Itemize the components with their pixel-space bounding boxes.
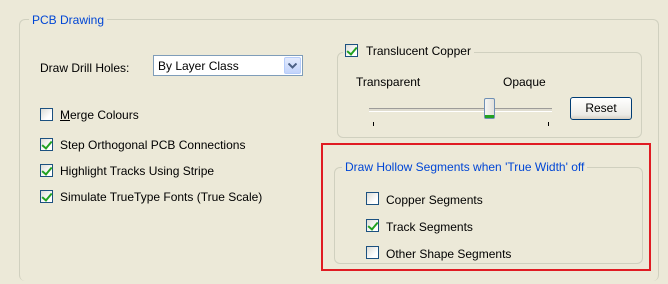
reset-button[interactable]: Reset (570, 97, 632, 120)
slider-tick (548, 122, 549, 126)
step-orthogonal-label: Step Orthogonal PCB Connections (60, 138, 246, 152)
copper-segments-label: Copper Segments (386, 193, 483, 207)
merge-colours-checkbox[interactable] (40, 108, 53, 121)
pcb-drawing-panel: PCB Drawing Draw Drill Holes: By Layer C… (0, 0, 668, 284)
simulate-truetype-label: Simulate TrueType Fonts (True Scale) (60, 190, 263, 204)
track-segments-checkbox[interactable] (366, 219, 379, 232)
opacity-slider-thumb[interactable] (484, 98, 495, 119)
other-shape-segments-label: Other Shape Segments (386, 247, 512, 261)
opacity-slider-track[interactable] (369, 108, 552, 112)
highlight-tracks-label: Highlight Tracks Using Stripe (60, 164, 215, 178)
pcb-drawing-title: PCB Drawing (29, 13, 108, 27)
hollow-segments-title: Draw Hollow Segments when 'True Width' o… (342, 160, 588, 174)
drill-holes-select[interactable]: By Layer Class (153, 55, 303, 76)
drill-holes-label: Draw Drill Holes: (40, 61, 130, 75)
translucent-copper-checkbox[interactable] (345, 44, 358, 57)
drill-holes-value: By Layer Class (158, 59, 239, 73)
highlight-tracks-checkbox[interactable] (40, 164, 53, 177)
translucent-copper-header: Translucent Copper (343, 44, 474, 58)
other-shape-segments-checkbox[interactable] (366, 246, 379, 259)
copper-segments-checkbox[interactable] (366, 192, 379, 205)
merge-colours-label: Merge Colours (60, 108, 139, 122)
transparent-label: Transparent (356, 75, 421, 89)
track-segments-label: Track Segments (386, 220, 473, 234)
chevron-down-icon[interactable] (284, 57, 301, 74)
simulate-truetype-checkbox[interactable] (40, 190, 53, 203)
step-orthogonal-checkbox[interactable] (40, 138, 53, 151)
slider-tick (373, 122, 374, 126)
translucent-copper-group (337, 52, 642, 138)
opaque-label: Opaque (503, 75, 546, 89)
translucent-copper-label: Translucent Copper (366, 44, 471, 58)
